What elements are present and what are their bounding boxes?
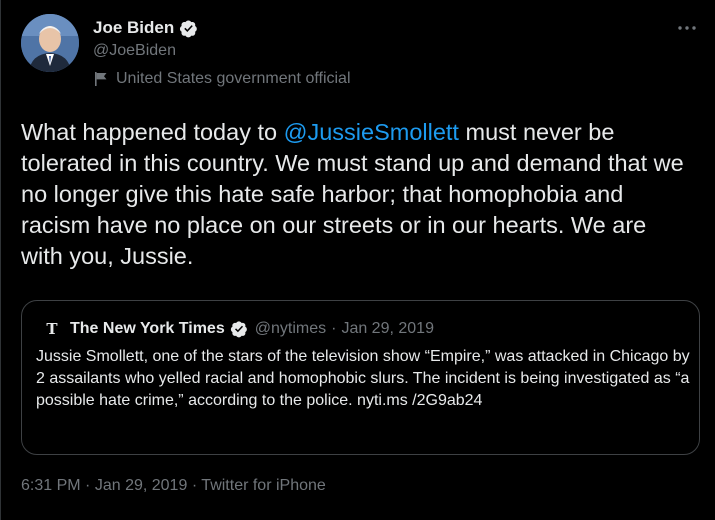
mention-link[interactable]: @JussieSmollett [284,119,459,145]
tweet-date[interactable]: Jan 29, 2019 [95,477,188,494]
separator: · [85,477,91,494]
avatar[interactable] [21,14,79,72]
more-options-icon [678,26,696,30]
quoted-tweet-text: Jussie Smollett, one of the stars of the… [36,348,690,409]
quoted-display-name[interactable]: The New York Times [70,320,225,338]
avatar-image [21,14,79,72]
separator: · [191,477,198,494]
more-options-button[interactable] [673,14,701,42]
nyt-logo-icon: T [43,320,61,338]
handle[interactable]: @JoeBiden [93,42,198,62]
quoted-handle[interactable]: @nytimes [255,320,326,338]
tweet-header: Joe Biden @JoeBiden United States govern… [21,14,701,94]
tweet-text-part: What happened today to [21,119,284,145]
display-name[interactable]: Joe Biden [93,18,174,38]
government-label: United States government official [93,70,351,88]
quoted-tweet[interactable]: T The New York Times @nytimes · Jan 29, … [21,300,700,455]
tweet-footer: 6:31 PM · Jan 29, 2019 · Twitter for iPh… [21,477,326,495]
verified-badge-icon [230,321,247,338]
verified-badge-icon [180,19,198,37]
author-block: Joe Biden @JoeBiden [93,16,198,62]
tweet-source[interactable]: Twitter for iPhone [201,477,326,494]
svg-text:T: T [46,320,58,338]
quoted-date[interactable]: Jan 29, 2019 [341,320,434,338]
flag-icon [95,72,107,86]
quoted-tweet-header: T The New York Times @nytimes · Jan 29, … [43,318,434,340]
tweet-text: What happened today to @JussieSmollett m… [21,117,693,272]
tweet-time[interactable]: 6:31 PM [21,477,81,494]
government-label-text: United States government official [116,70,351,87]
tweet-detail: Joe Biden @JoeBiden United States govern… [0,0,715,520]
display-name-row: Joe Biden [93,16,198,40]
separator: · [331,320,337,337]
